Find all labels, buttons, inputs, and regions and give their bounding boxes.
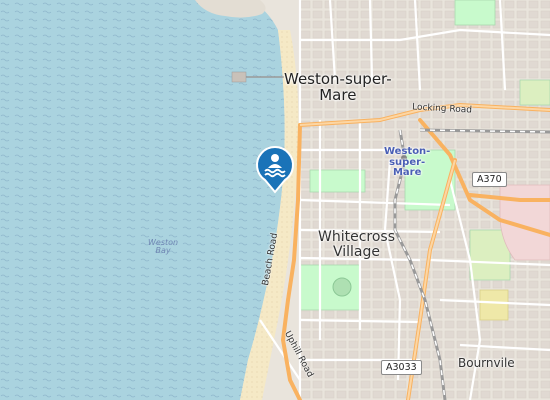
- location-marker[interactable]: [255, 146, 295, 194]
- road-shield-a3033: A3033: [381, 360, 422, 375]
- place-label-bournvile: Bournvile: [458, 356, 515, 370]
- map-canvas: [0, 0, 550, 400]
- park: [454, 0, 496, 26]
- sea-waves: [0, 0, 285, 400]
- park: [309, 169, 366, 193]
- water-label-weston-bay: Weston Bay: [148, 238, 179, 256]
- park: [519, 79, 550, 106]
- place-label-weston-super-mare: Weston-super- Mare: [284, 70, 392, 104]
- station-label: Weston- super- Mare: [384, 146, 431, 178]
- place-label-whitecross-village: Whitecross Village: [318, 229, 396, 260]
- road-shield-a370: A370: [472, 172, 507, 187]
- map-view[interactable]: Weston-super- Mare Weston- super- Mare W…: [0, 0, 550, 400]
- swimming-icon: [256, 146, 294, 194]
- pier: [231, 71, 247, 83]
